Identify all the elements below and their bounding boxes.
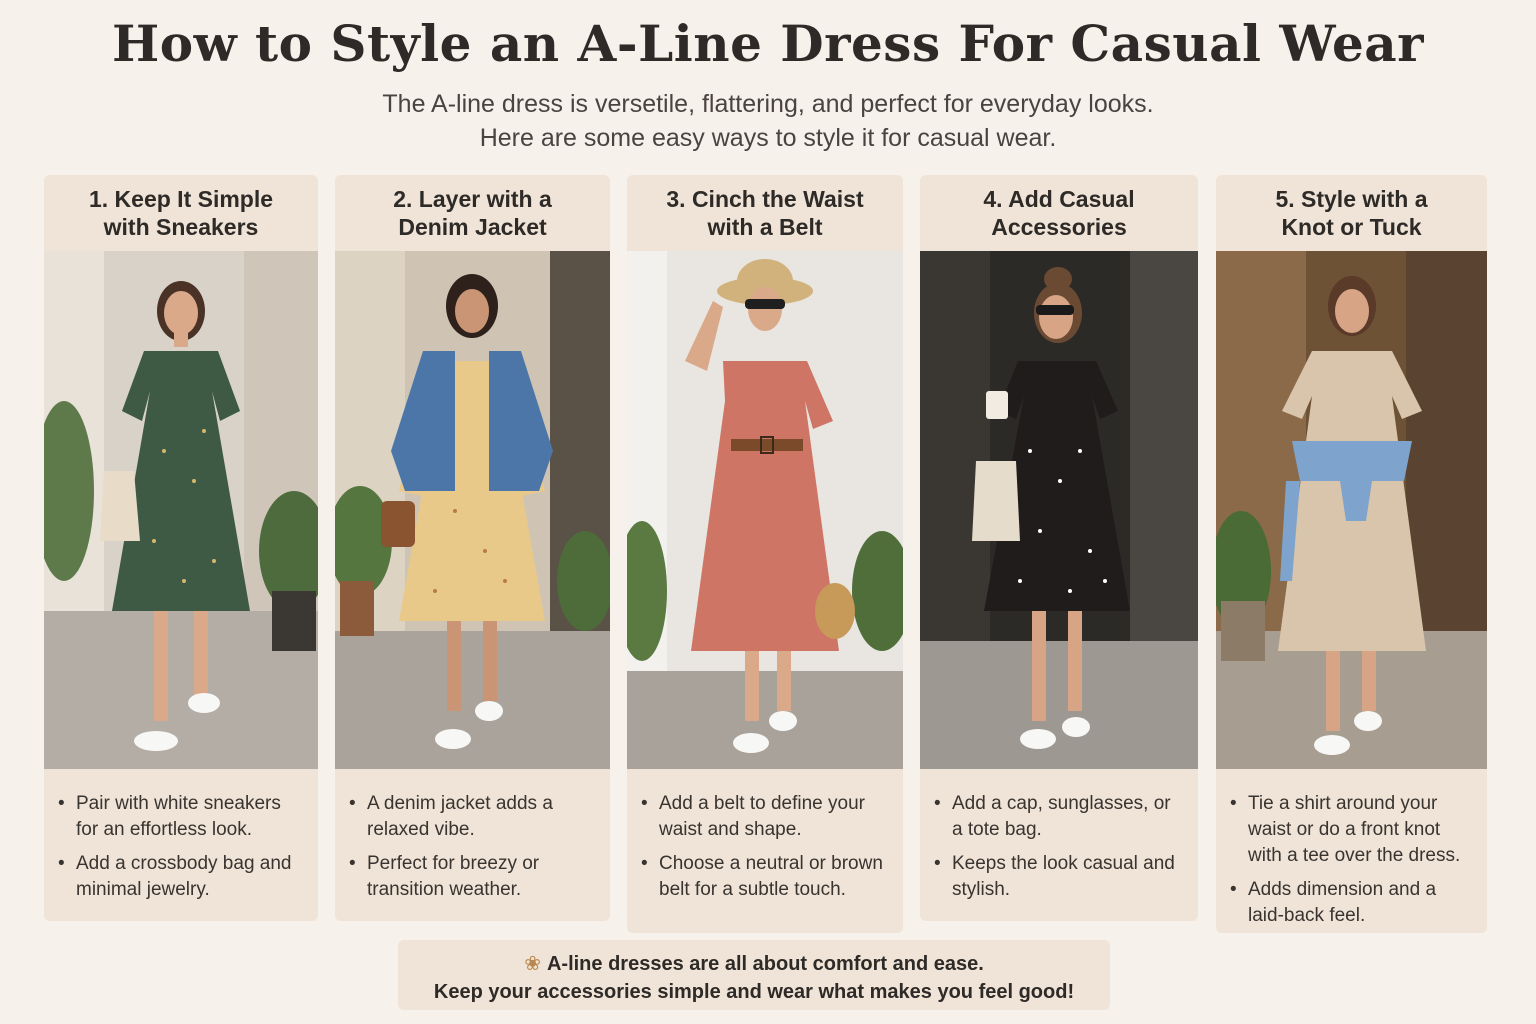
card-title-line-2: Knot or Tuck: [1281, 214, 1422, 240]
tip-list: Add a belt to define your waist and shap…: [627, 769, 903, 903]
subtitle-line-1: The A-line dress is versetile, flatterin…: [382, 90, 1154, 118]
outfit-photo: [335, 251, 610, 769]
tip-item: Add a crossbody bag and minimal jewelry.: [58, 851, 298, 903]
outfit-photo: [1216, 251, 1487, 769]
card-title-line-2: with a Belt: [707, 214, 823, 240]
card-title-line-2: Denim Jacket: [398, 214, 547, 240]
subtitle-line-2: Here are some easy ways to style it for …: [479, 124, 1057, 152]
card-title-line-1: 1. Keep It Simple: [88, 186, 274, 212]
tip-item: Add a cap, sunglasses, or a tote bag.: [934, 791, 1178, 843]
card-title: 1. Keep It Simple with Sneakers: [44, 175, 318, 251]
card-title: 2. Layer with a Denim Jacket: [335, 175, 610, 251]
tip-item: Perfect for breezy or transition weather…: [349, 851, 590, 903]
footer-line-1: ❀ A-line dresses are all about comfort an…: [398, 950, 1110, 978]
outfit-photo: [44, 251, 318, 769]
card-title-line-2: with Sneakers: [103, 214, 259, 240]
card-title-line-2: Accessories: [991, 214, 1127, 240]
card-title-line-1: 5. Style with a: [1275, 186, 1428, 212]
card-title-line-1: 2. Layer with a: [393, 186, 552, 212]
footer-note: ❀ A-line dresses are all about comfort an…: [398, 940, 1110, 1010]
card-title: 4. Add Casual Accessories: [920, 175, 1198, 251]
card-title: 3. Cinch the Waist with a Belt: [627, 175, 903, 251]
tip-item: Keeps the look casual and stylish.: [934, 851, 1178, 903]
tip-item: A denim jacket adds a relaxed vibe.: [349, 791, 590, 843]
style-card-belt: 3. Cinch the Waist with a Belt Add a bel…: [627, 175, 903, 933]
card-title-line-1: 3. Cinch the Waist: [666, 186, 864, 212]
outfit-photo: [627, 251, 903, 769]
tip-list: Add a cap, sunglasses, or a tote bag. Ke…: [920, 769, 1198, 903]
outfit-photo: [920, 251, 1198, 769]
tip-item: Add a belt to define your waist and shap…: [641, 791, 883, 843]
tip-list: A denim jacket adds a relaxed vibe. Perf…: [335, 769, 610, 903]
tip-list: Pair with white sneakers for an effortle…: [44, 769, 318, 903]
footer-line-2: Keep your accessories simple and wear wh…: [433, 981, 1075, 1003]
page-title: How to Style an A-Line Dress For Casual …: [112, 14, 1424, 73]
tip-item: Pair with white sneakers for an effortle…: [58, 791, 298, 843]
style-card-denim-jacket: 2. Layer with a Denim Jacket A denim: [335, 175, 610, 921]
style-card-knot-tuck: 5. Style with a Knot or Tuck Tie a shirt…: [1216, 175, 1487, 933]
tip-item: Choose a neutral or brown belt for a sub…: [641, 851, 883, 903]
tip-item: Tie a shirt around your waist or do a fr…: [1230, 791, 1467, 869]
tip-list: Tie a shirt around your waist or do a fr…: [1216, 769, 1487, 929]
card-title-line-1: 4. Add Casual: [983, 186, 1135, 212]
style-card-sneakers: 1. Keep It Simple with Sneakers Pair: [44, 175, 318, 921]
flower-icon: ❀: [524, 953, 541, 975]
style-card-accessories: 4. Add Casual Accessories Add a cap,: [920, 175, 1198, 921]
footer-line-1-text: A-line dresses are all about comfort and…: [546, 953, 984, 975]
card-title: 5. Style with a Knot or Tuck: [1216, 175, 1487, 251]
tip-item: Adds dimension and a laid-back feel.: [1230, 877, 1467, 929]
